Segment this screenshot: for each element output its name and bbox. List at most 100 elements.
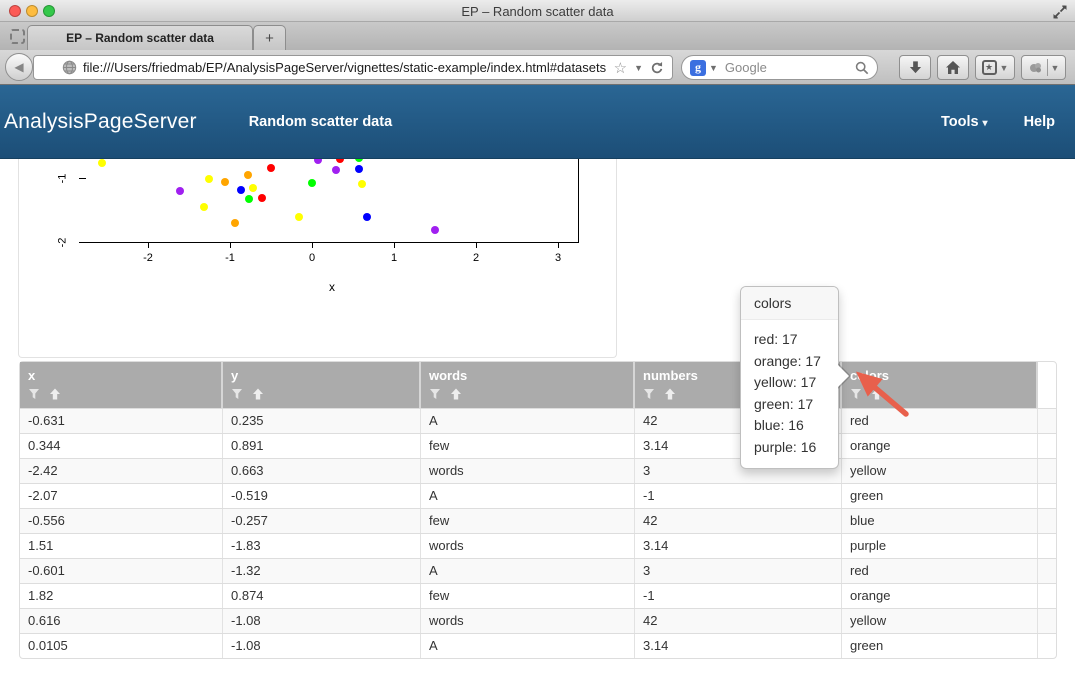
cell-words: A: [421, 484, 635, 508]
cell-colors: red: [842, 559, 1038, 583]
x-tick-mark: [230, 243, 231, 248]
popover-line-yellow: yellow: 17: [754, 372, 825, 394]
back-button[interactable]: ◀: [5, 53, 33, 81]
reload-icon[interactable]: [650, 61, 664, 75]
cell-y: -1.83: [223, 534, 421, 558]
column-header-y[interactable]: y: [223, 362, 421, 408]
sort-icon[interactable]: [252, 387, 264, 405]
popover-line-orange: orange: 17: [754, 351, 825, 373]
column-header-x[interactable]: x: [20, 362, 223, 408]
scatter-point-yellow: [295, 213, 303, 221]
cell-x: 1.82: [20, 584, 223, 608]
cell-numbers: -1: [635, 584, 842, 608]
cell-words: A: [421, 559, 635, 583]
app-navbar: AnalysisPageServer Random scatter data T…: [0, 85, 1075, 159]
bookmarks-menu-button[interactable]: ★ ▼: [975, 55, 1015, 80]
cell-colors: yellow: [842, 459, 1038, 483]
home-button[interactable]: [937, 55, 969, 80]
sort-icon[interactable]: [664, 387, 676, 405]
cell-y: 0.235: [223, 409, 421, 433]
cell-y: 0.891: [223, 434, 421, 458]
table-row: -2.420.663words3yellow: [20, 458, 1056, 483]
x-tick-label: -1: [213, 252, 247, 264]
cell-x: -0.556: [20, 509, 223, 533]
bookmarks-icon: ★: [982, 60, 997, 75]
scatter-point-green: [355, 159, 363, 162]
column-label-y: y: [231, 368, 411, 383]
column-header-icons: [28, 387, 213, 405]
cell-numbers: 3.14: [635, 634, 842, 658]
scatter-point-purple: [176, 187, 184, 195]
tab-groups-icon[interactable]: [10, 29, 25, 44]
scatter-point-yellow: [249, 184, 257, 192]
plot-box-right-line: [578, 159, 579, 243]
y-tick-label: -1: [57, 171, 70, 187]
tab-active[interactable]: EP – Random scatter data: [27, 25, 253, 50]
fullscreen-icon[interactable]: [1052, 4, 1068, 20]
filter-icon[interactable]: [28, 387, 40, 405]
table-row: -0.601-1.32A3red: [20, 558, 1056, 583]
addon-button[interactable]: ▼: [1021, 55, 1066, 80]
scatter-point-blue: [363, 213, 371, 221]
navigation-toolbar: file:///Users/friedmab/EP/AnalysisPageSe…: [0, 50, 1075, 85]
brand-link[interactable]: AnalysisPageServer: [4, 110, 197, 134]
nav-page-title[interactable]: Random scatter data: [249, 114, 392, 130]
cell-x: -2.07: [20, 484, 223, 508]
tab-strip: EP – Random scatter data +: [0, 22, 1075, 50]
cell-colors: green: [842, 484, 1038, 508]
cell-x: 1.51: [20, 534, 223, 558]
search-engine-dropdown-icon[interactable]: ▼: [709, 63, 718, 73]
tools-menu[interactable]: Tools ▾: [941, 114, 988, 130]
cell-words: A: [421, 409, 635, 433]
cell-words: few: [421, 509, 635, 533]
cell-colors: purple: [842, 534, 1038, 558]
search-bar[interactable]: g ▼ Google: [681, 55, 878, 80]
table-row: -0.556-0.257few42blue: [20, 508, 1056, 533]
cell-colors: orange: [842, 434, 1038, 458]
filter-icon[interactable]: [231, 387, 243, 405]
tools-caret-icon: ▾: [983, 118, 988, 129]
x-tick-label: 0: [295, 252, 329, 264]
google-search-engine-icon[interactable]: g: [690, 60, 706, 76]
x-tick-mark: [558, 243, 559, 248]
cell-words: A: [421, 634, 635, 658]
globe-icon: [62, 60, 77, 75]
bookmark-star-icon[interactable]: ☆: [614, 59, 627, 77]
cell-words: words: [421, 609, 635, 633]
filter-icon[interactable]: [429, 387, 441, 405]
x-tick-label: -2: [131, 252, 165, 264]
scatter-point-yellow: [205, 175, 213, 183]
url-text[interactable]: file:///Users/friedmab/EP/AnalysisPageSe…: [83, 60, 606, 75]
url-bar[interactable]: file:///Users/friedmab/EP/AnalysisPageSe…: [33, 55, 673, 80]
table-row: -2.07-0.519A-1green: [20, 483, 1056, 508]
cell-x: 0.0105: [20, 634, 223, 658]
scatter-point-blue: [237, 186, 245, 194]
help-menu[interactable]: Help: [1024, 114, 1055, 130]
scatter-point-orange: [244, 171, 252, 179]
sort-icon[interactable]: [450, 387, 462, 405]
x-tick-mark: [476, 243, 477, 248]
popover-line-blue: blue: 16: [754, 415, 825, 437]
column-header-words[interactable]: words: [421, 362, 635, 408]
x-tick-mark: [394, 243, 395, 248]
search-input[interactable]: Google: [725, 60, 855, 75]
header-filler-cell: [1038, 362, 1056, 408]
sort-icon[interactable]: [49, 387, 61, 405]
cell-filler: [1038, 434, 1056, 458]
new-tab-button[interactable]: +: [253, 25, 286, 50]
x-tick-label: 1: [377, 252, 411, 264]
column-header-icons: [429, 387, 625, 405]
cell-filler: [1038, 584, 1056, 608]
scatter-point-red: [336, 159, 344, 163]
cell-y: -1.08: [223, 609, 421, 633]
bookmarks-dropdown-icon: ▼: [1000, 63, 1009, 73]
filter-icon[interactable]: [643, 387, 655, 405]
downloads-button[interactable]: [899, 55, 931, 80]
cell-filler: [1038, 509, 1056, 533]
url-dropdown-icon[interactable]: ▼: [634, 63, 643, 73]
x-tick-label: 2: [459, 252, 493, 264]
cell-x: -0.601: [20, 559, 223, 583]
tools-menu-label: Tools: [941, 114, 979, 130]
addon-dropdown-icon[interactable]: ▼: [1051, 63, 1060, 73]
cell-filler: [1038, 484, 1056, 508]
